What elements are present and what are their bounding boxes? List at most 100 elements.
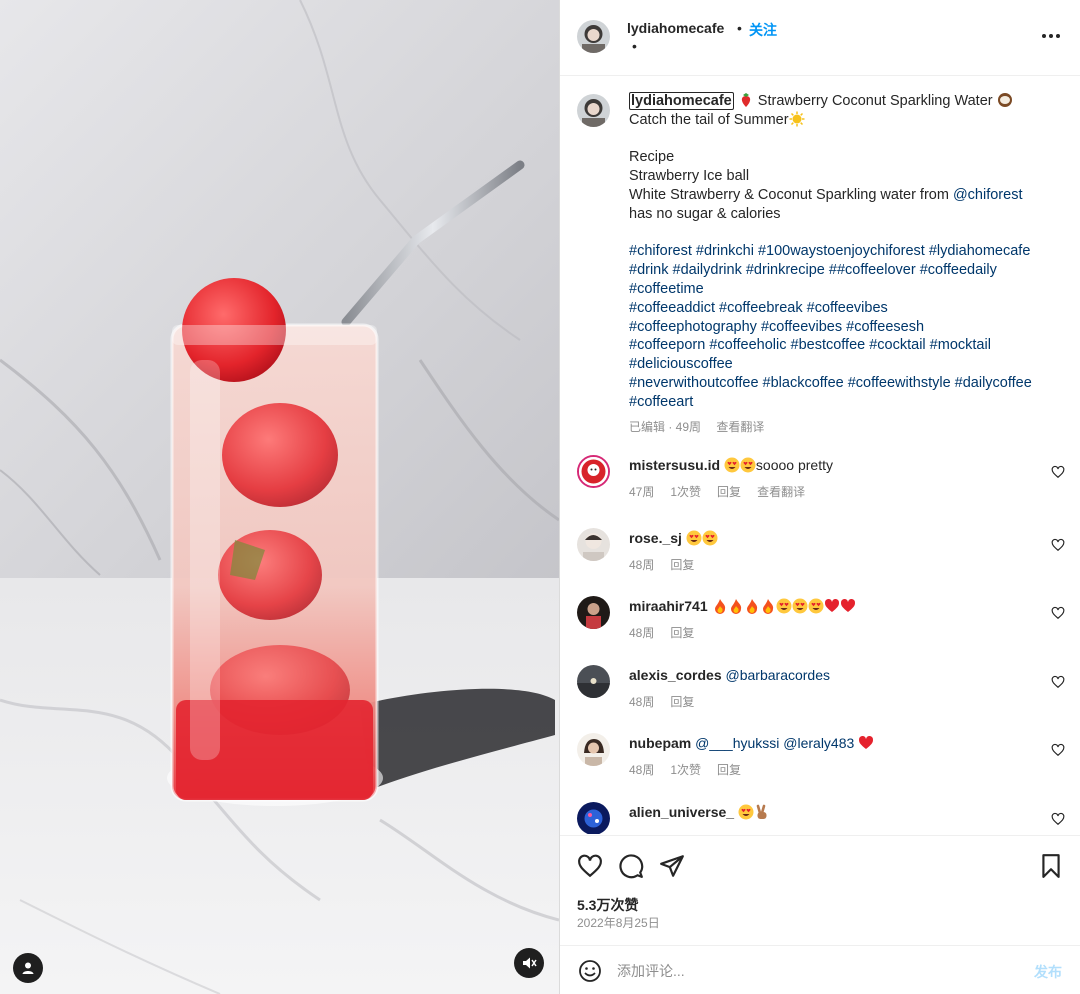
comment-item: rose._sj 48周 回复: [560, 528, 1080, 588]
fire-emoji-icon: [746, 599, 757, 614]
hashtags-line[interactable]: #coffeeart: [629, 393, 1049, 412]
red-heart-emoji-icon: [824, 598, 839, 612]
comment-time: 48周: [629, 558, 655, 572]
heart-eyes-emoji-icon: [776, 598, 791, 614]
hashtags-line[interactable]: #deliciouscoffee: [629, 355, 1049, 374]
comment-like-icon[interactable]: [1051, 606, 1065, 620]
commenter-avatar[interactable]: [577, 802, 610, 834]
comment-item: miraahir741 48周 回复: [560, 596, 1080, 656]
separator-dot: •: [737, 20, 742, 36]
comment-like-icon[interactable]: [1051, 538, 1065, 552]
comment-item: alien_universe_: [560, 802, 1080, 834]
more-options-icon[interactable]: [1040, 25, 1062, 47]
post-date: 2022年8月25日: [577, 916, 660, 930]
comment-time: 48周: [629, 763, 655, 777]
heart-eyes-emoji-icon: [738, 804, 754, 820]
commenter-username[interactable]: rose._sj: [629, 530, 682, 546]
comment-like-icon[interactable]: [1051, 743, 1065, 757]
comment-mention[interactable]: @barbaracordes: [726, 667, 831, 683]
add-comment-row: 发布: [560, 945, 1080, 994]
heart-eyes-emoji-icon: [740, 457, 756, 473]
reply-link[interactable]: 回复: [717, 485, 741, 499]
post-media[interactable]: [0, 0, 559, 994]
heart-eyes-emoji-icon: [686, 530, 702, 546]
post-photo: [0, 0, 559, 994]
comment-icon[interactable]: [618, 853, 644, 879]
fire-emoji-icon: [762, 599, 773, 614]
hashtags-line[interactable]: #neverwithoutcoffee #blackcoffee #coffee…: [629, 374, 1049, 393]
tag-button[interactable]: [13, 953, 43, 983]
commenter-username[interactable]: mistersusu.id: [629, 457, 720, 473]
follow-button[interactable]: 关注: [749, 20, 777, 40]
hashtags-line[interactable]: #coffeephotography #coffeevibes #coffees…: [629, 318, 1049, 337]
hashtags-block[interactable]: #chiforest #drinkchi #100waystoenjoychif…: [629, 242, 1049, 298]
victory-hand-emoji-icon: [756, 804, 767, 819]
commenter-avatar[interactable]: [577, 596, 610, 629]
reply-link[interactable]: 回复: [670, 626, 694, 640]
edited-time: 已编辑 · 49周: [629, 419, 702, 434]
comment-time: 48周: [629, 695, 655, 709]
commenter-avatar[interactable]: [577, 733, 610, 766]
heart-eyes-emoji-icon: [808, 598, 823, 614]
commenter-avatar[interactable]: [577, 528, 610, 561]
coconut-emoji-icon: [997, 93, 1012, 107]
location-dot: •: [632, 38, 637, 54]
heart-eyes-emoji-icon: [702, 530, 718, 546]
commenter-username[interactable]: miraahir741: [629, 598, 708, 614]
strawberry-emoji-icon: [741, 93, 750, 107]
caption-avatar[interactable]: [577, 94, 610, 127]
fire-emoji-icon: [714, 599, 725, 614]
comment-item: mistersusu.id soooo pretty 47周 1次赞 回复 查看翻译: [560, 455, 1080, 515]
mention-chiforest[interactable]: @chiforest: [953, 187, 1023, 203]
hashtags-line[interactable]: #coffeeaddict #coffeebreak #coffeevibes: [629, 299, 1049, 318]
commenter-avatar[interactable]: [577, 665, 610, 698]
caption-line1: Strawberry Coconut Sparkling Water: [753, 93, 997, 109]
comment-likes[interactable]: 1次赞: [670, 485, 701, 499]
comment-text: soooo pretty: [755, 457, 833, 473]
add-comment-input[interactable]: [617, 959, 1017, 983]
recipe-title: Recipe: [629, 149, 675, 166]
comment-time: 47周: [629, 485, 655, 499]
reply-link[interactable]: 回复: [717, 763, 741, 777]
fire-emoji-icon: [730, 599, 741, 614]
comment-likes[interactable]: 1次赞: [670, 763, 701, 777]
red-heart-emoji-icon: [859, 735, 874, 749]
commenter-username[interactable]: alien_universe_: [629, 804, 734, 820]
mute-button[interactable]: [514, 948, 544, 978]
see-translation-link[interactable]: 查看翻译: [716, 420, 764, 434]
reply-link[interactable]: 回复: [670, 695, 694, 709]
comments-scroll-area[interactable]: lydiahomecafe Strawberry Coconut Sparkli…: [560, 77, 1080, 834]
recipe-item-3: has no sugar & calories: [629, 205, 781, 222]
red-heart-emoji-icon: [840, 598, 855, 612]
author-username[interactable]: lydiahomecafe: [627, 20, 724, 36]
post-header: lydiahomecafe • 关注 •: [560, 0, 1080, 76]
author-avatar[interactable]: [577, 20, 610, 53]
comment-like-icon[interactable]: [1051, 465, 1065, 479]
user-tag-icon: [22, 962, 34, 974]
likes-count[interactable]: 5.3万次赞: [577, 895, 638, 915]
comment-mention[interactable]: @___hyukssi @leraly483: [695, 735, 854, 751]
post-actions: 5.3万次赞 2022年8月25日 发布: [560, 835, 1080, 994]
commenter-avatar[interactable]: [577, 455, 610, 488]
bookmark-icon[interactable]: [1038, 853, 1064, 879]
reply-link[interactable]: 回复: [670, 558, 694, 572]
comment-item: nubepam @___hyukssi @leraly483 48周 1次赞 回复: [560, 733, 1080, 793]
smiley-icon[interactable]: [578, 959, 602, 983]
recipe-item-2: White Strawberry & Coconut Sparkling wat…: [629, 186, 953, 203]
comment-item: alexis_cordes @barbaracordes 48周 回复: [560, 665, 1080, 725]
commenter-username[interactable]: nubepam: [629, 735, 691, 751]
caption-text: lydiahomecafe Strawberry Coconut Sparkli…: [629, 92, 1049, 436]
post-comment-button[interactable]: 发布: [1034, 962, 1062, 982]
caption-meta: 已编辑 · 49周 查看翻译: [629, 418, 1049, 437]
caption-username[interactable]: lydiahomecafe: [629, 92, 734, 110]
see-translation-link[interactable]: 查看翻译: [757, 485, 805, 499]
paper-plane-icon[interactable]: [659, 853, 685, 879]
commenter-username[interactable]: alexis_cordes: [629, 667, 722, 683]
heart-icon[interactable]: [577, 853, 603, 879]
post-side-panel: lydiahomecafe • 关注 • lydiahomecafe Straw…: [560, 0, 1080, 994]
comment-like-icon[interactable]: [1051, 812, 1065, 826]
comment-like-icon[interactable]: [1051, 675, 1065, 689]
sun-emoji-icon: [789, 111, 805, 127]
comment-time: 48周: [629, 626, 655, 640]
hashtags-line[interactable]: #coffeeporn #coffeeholic #bestcoffee #co…: [629, 336, 1049, 355]
